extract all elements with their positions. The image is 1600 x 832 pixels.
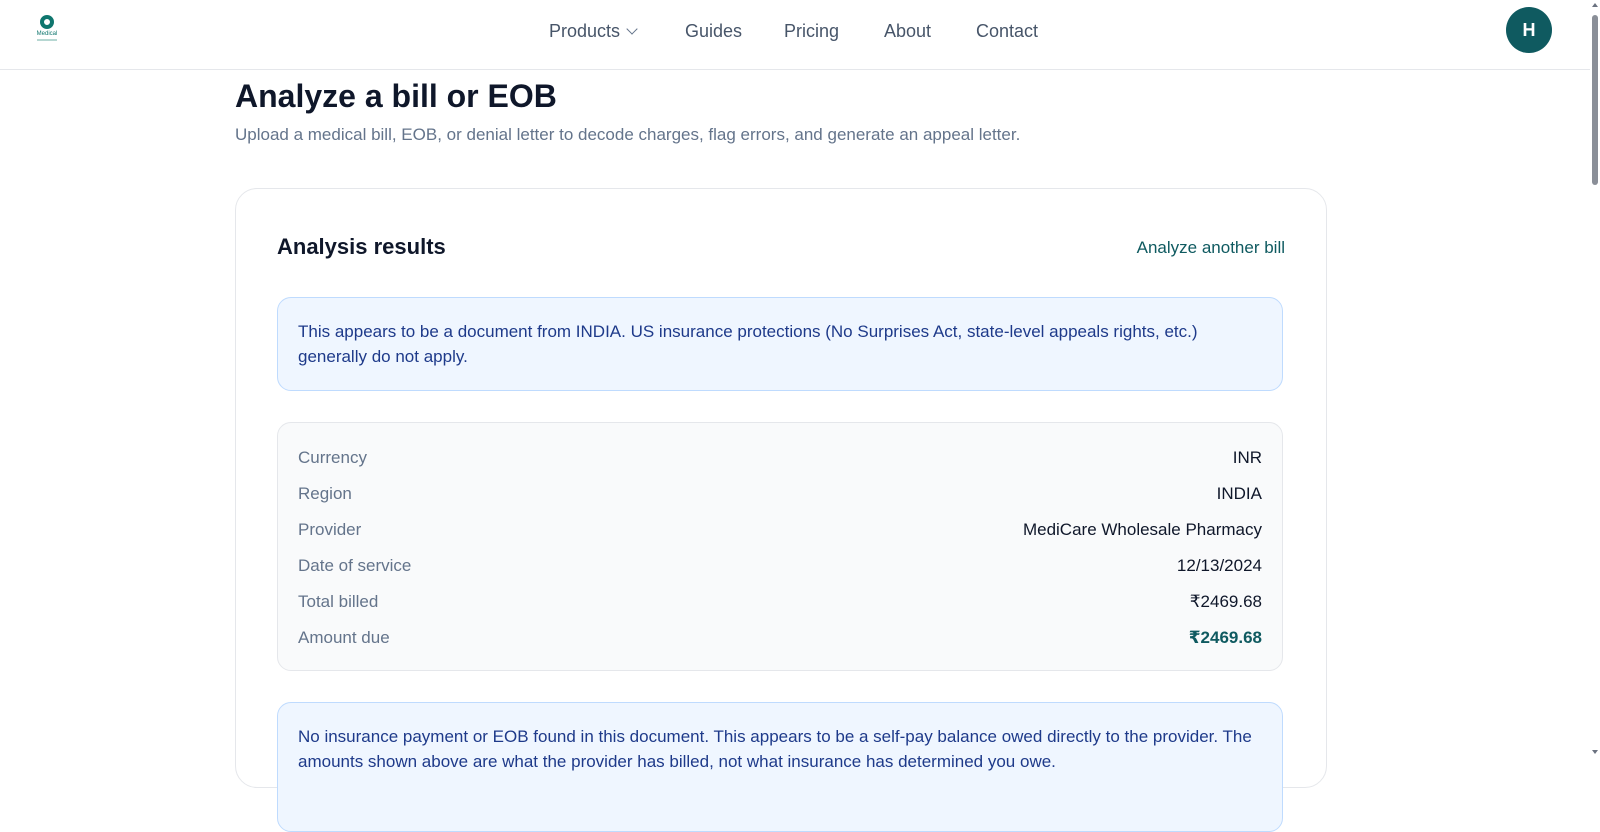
- nav-contact[interactable]: Contact: [976, 19, 1038, 43]
- detail-label: Region: [298, 484, 352, 503]
- page-title: Analyze a bill or EOB: [235, 78, 557, 114]
- analysis-results-card: Analysis results Analyze another bill Th…: [235, 188, 1327, 832]
- scroll-up-icon[interactable]: [1592, 3, 1598, 7]
- results-title: Analysis results: [277, 234, 446, 259]
- nav-products-label: Products: [549, 21, 621, 41]
- detail-row-region: Region INDIA: [298, 479, 1262, 515]
- nav-about[interactable]: About: [884, 19, 931, 43]
- nav-guides[interactable]: Guides: [685, 19, 742, 43]
- amount-due-value: ₹2469.68: [1188, 628, 1262, 647]
- main-nav: Products Guides Pricing About Contact: [0, 0, 1600, 62]
- detail-value: ₹2469.68: [1189, 592, 1262, 611]
- region-notice: This appears to be a document from INDIA…: [277, 297, 1283, 391]
- detail-row-total-billed: Total billed ₹2469.68: [298, 587, 1262, 623]
- detail-value: MediCare Wholesale Pharmacy: [1022, 520, 1262, 539]
- bill-details-panel: Currency INR Region INDIA Provider MediC…: [277, 422, 1283, 671]
- detail-label: Provider: [298, 520, 362, 539]
- detail-row-date-of-service: Date of service 12/13/2024: [298, 551, 1262, 587]
- detail-label: Currency: [298, 448, 367, 467]
- nav-pricing[interactable]: Pricing: [784, 19, 839, 43]
- detail-row-currency: Currency INR: [298, 443, 1262, 479]
- page-subtitle: Upload a medical bill, EOB, or denial le…: [235, 125, 1021, 144]
- user-avatar[interactable]: H: [1506, 7, 1552, 53]
- detail-label: Total billed: [298, 592, 379, 611]
- page-scrollbar[interactable]: [1590, 0, 1600, 759]
- self-pay-notice: No insurance payment or EOB found in thi…: [277, 702, 1283, 832]
- detail-label: Date of service: [298, 556, 412, 575]
- scrollbar-thumb[interactable]: [1592, 15, 1598, 185]
- detail-label: Amount due: [298, 628, 390, 647]
- detail-value: INDIA: [1216, 484, 1262, 503]
- detail-row-provider: Provider MediCare Wholesale Pharmacy: [298, 515, 1262, 551]
- analyze-another-bill-link[interactable]: Analyze another bill: [1137, 237, 1285, 259]
- detail-value: INR: [1232, 448, 1262, 467]
- detail-value: 12/13/2024: [1176, 556, 1262, 575]
- detail-row-amount-due: Amount due ₹2469.68: [298, 623, 1262, 659]
- scroll-down-icon[interactable]: [1592, 750, 1598, 754]
- site-header: Medical Products Guides Pricing About Co…: [0, 0, 1600, 70]
- nav-products[interactable]: Products: [549, 19, 638, 43]
- chevron-down-icon: [626, 23, 638, 35]
